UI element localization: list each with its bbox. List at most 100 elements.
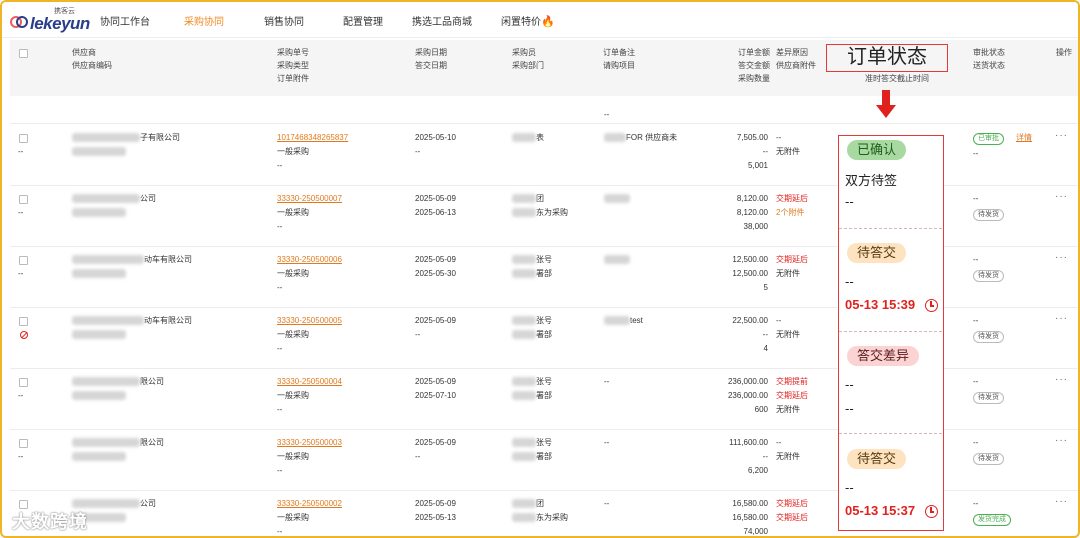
- more-actions-icon[interactable]: ···: [1055, 374, 1068, 385]
- reply-date: 2025-05-30: [415, 269, 456, 278]
- supplier-attach: 无附件: [776, 330, 800, 339]
- nav-config[interactable]: 配置管理: [343, 13, 383, 28]
- th-diff-reason: 差异原因: [776, 48, 808, 57]
- order-remark: FOR 供应商未: [604, 131, 677, 145]
- po-attach: --: [277, 466, 283, 475]
- status-deadline: 05-13 15:37: [845, 503, 916, 518]
- diff-reason: --: [776, 438, 782, 447]
- status-dash: --: [845, 480, 854, 495]
- approval-detail-link[interactable]: 详情: [1016, 131, 1032, 145]
- nav-workbench[interactable]: 协同工作台: [100, 13, 150, 28]
- more-actions-icon[interactable]: ···: [1055, 496, 1068, 507]
- nav-idle-special[interactable]: 闲置特价🔥: [501, 13, 555, 28]
- dept: 署部: [512, 389, 552, 403]
- po-number-link[interactable]: 33330-250500006: [277, 253, 342, 267]
- row-dash: --: [18, 208, 24, 217]
- row-checkbox[interactable]: [19, 317, 28, 326]
- th-amount-label: 订单金额: [738, 48, 770, 57]
- approval-status: --: [973, 438, 979, 447]
- dept-text: 东为采购: [536, 513, 568, 522]
- po-attach: --: [277, 405, 283, 414]
- order-amount: 22,500.00: [732, 316, 768, 325]
- approval-status: --: [973, 194, 979, 203]
- order-remark: [604, 253, 630, 267]
- redacted-text: [72, 377, 140, 387]
- delivery-badge: 待发货: [973, 453, 1004, 465]
- redacted-text: [512, 391, 536, 401]
- po-number-link[interactable]: 33330-250500007: [277, 192, 342, 206]
- more-actions-icon[interactable]: ···: [1055, 252, 1068, 263]
- nav-mall[interactable]: 携选工品商城: [412, 13, 472, 28]
- po-type: 一般采购: [277, 513, 309, 522]
- supplier-attach: 无附件: [776, 452, 800, 461]
- nav-idle-label: 闲置特价: [501, 17, 541, 28]
- status-pill-confirmed: 已确认: [847, 140, 907, 160]
- status-dash: --: [845, 377, 854, 392]
- th-amount: 订单金额 答交金额 采购数量: [732, 46, 770, 85]
- buyer-text: 张号: [536, 377, 552, 386]
- redacted-text: [604, 133, 626, 143]
- th-supplier: 供应商 供应商编码: [72, 46, 112, 72]
- row-dash: --: [18, 452, 24, 461]
- th-po-no: 采购单号: [277, 48, 309, 57]
- po-date: 2025-05-09: [415, 499, 456, 508]
- th-project: 请购项目: [603, 61, 635, 70]
- th-supplier-label: 供应商: [72, 48, 96, 57]
- redacted-text: [72, 208, 126, 218]
- row-checkbox[interactable]: [19, 134, 28, 143]
- arrow-head-icon: [876, 105, 896, 118]
- reply-amount: --: [762, 452, 768, 461]
- order-amount: 16,580.00: [732, 499, 768, 508]
- th-supplier-attach: 供应商附件: [776, 61, 816, 70]
- logo[interactable]: lekeyun 携客云: [10, 8, 92, 33]
- po-number-link[interactable]: 33330-250500004: [277, 375, 342, 389]
- buyer-text: 张号: [536, 316, 552, 325]
- th-po: 采购单号 采购类型 订单附件: [277, 46, 309, 85]
- po-number-link[interactable]: 33330-250500002: [277, 497, 342, 511]
- nav-purchase[interactable]: 采购协同: [184, 13, 224, 28]
- redacted-text: [512, 499, 536, 509]
- logo-text: lekeyun: [30, 14, 90, 33]
- row-checkbox[interactable]: [19, 439, 28, 448]
- purchase-qty: 6,200: [747, 466, 768, 475]
- po-type: 一般采购: [277, 391, 309, 400]
- purchase-qty: 600: [754, 405, 768, 414]
- po-attach: --: [277, 283, 283, 292]
- th-po-attach: 订单附件: [277, 74, 309, 83]
- status-seg-3: 答交差异 -- --: [839, 332, 942, 434]
- buyer: 张号: [512, 436, 552, 450]
- supplier-name-text: 公司: [140, 499, 156, 508]
- more-actions-icon[interactable]: ···: [1055, 313, 1068, 324]
- redacted-text: [72, 255, 144, 265]
- reply-amount: 12,500.00: [732, 269, 768, 278]
- supplier-attach[interactable]: 2个附件: [776, 206, 804, 220]
- more-actions-icon[interactable]: ···: [1055, 191, 1068, 202]
- diff-reason: --: [776, 316, 782, 325]
- po-number-link[interactable]: 33330-250500003: [277, 436, 342, 450]
- po-number-link[interactable]: 1017468348265837: [277, 131, 348, 145]
- po-number-link[interactable]: 33330-250500005: [277, 314, 342, 328]
- supplier-code: [72, 389, 126, 403]
- more-actions-icon[interactable]: ···: [1055, 130, 1068, 141]
- more-actions-icon[interactable]: ···: [1055, 435, 1068, 446]
- diff-reason: 交期延后: [776, 255, 808, 264]
- th-dept: 采购部门: [512, 61, 544, 70]
- th-dates: 采购日期 答交日期: [415, 46, 447, 72]
- select-all-checkbox[interactable]: [19, 49, 28, 58]
- reply-amount: 8,120.00: [736, 208, 768, 217]
- row-checkbox[interactable]: [19, 256, 28, 265]
- buyer-text: 团: [536, 499, 544, 508]
- th-reply-date: 答交日期: [415, 61, 447, 70]
- row-checkbox[interactable]: [19, 378, 28, 387]
- remark-text: FOR 供应商未: [626, 133, 678, 142]
- nav-sales[interactable]: 销售协同: [264, 13, 304, 28]
- row-dash: --: [18, 269, 24, 278]
- remark-text: test: [630, 316, 643, 325]
- row-checkbox[interactable]: [19, 195, 28, 204]
- po-attach: --: [277, 527, 283, 536]
- po-type: 一般采购: [277, 208, 309, 217]
- diff-reason-2: 交期延后: [776, 391, 808, 400]
- arrow-down-icon: [882, 90, 890, 106]
- po-attach: --: [277, 222, 283, 231]
- dept: 署部: [512, 450, 552, 464]
